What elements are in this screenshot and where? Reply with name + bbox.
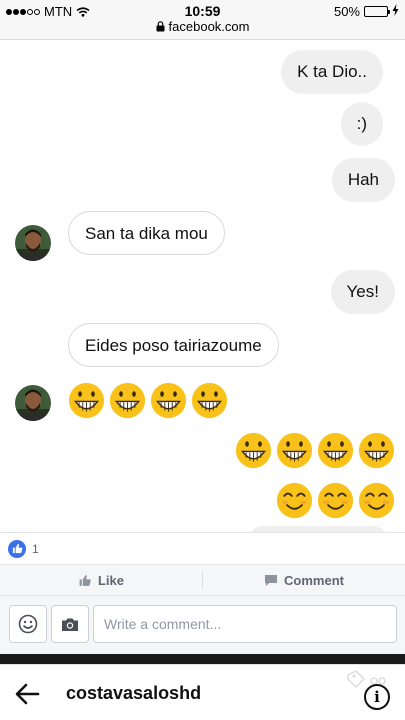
message-incoming[interactable]: San ta dika mou bbox=[68, 211, 225, 255]
comment-icon bbox=[265, 574, 278, 586]
smiley-icon bbox=[18, 614, 38, 634]
lock-icon bbox=[156, 20, 165, 35]
grinning-face-icon bbox=[276, 432, 313, 469]
avatar[interactable] bbox=[15, 385, 51, 421]
message-incoming[interactable]: Eides poso tairiazoume bbox=[68, 323, 279, 367]
grinning-face-icon bbox=[109, 382, 146, 419]
divider bbox=[0, 654, 405, 664]
sticker-button[interactable] bbox=[9, 605, 47, 643]
like-reaction-icon bbox=[8, 539, 26, 558]
charging-icon bbox=[392, 4, 399, 19]
chat-thread[interactable]: K ta Dio.. :) Hah San ta dika mou Yes! E… bbox=[0, 40, 405, 532]
grinning-face-icon bbox=[68, 382, 105, 419]
url-text: facebook.com bbox=[168, 19, 250, 34]
like-button[interactable]: Like bbox=[0, 565, 202, 595]
comment-button[interactable]: Comment bbox=[203, 565, 405, 595]
message-outgoing[interactable]: :) bbox=[340, 102, 383, 146]
like-count: 1 bbox=[32, 541, 39, 556]
comment-input[interactable] bbox=[93, 605, 397, 643]
reactions-summary[interactable]: 1 bbox=[0, 532, 405, 564]
emoji-message-outgoing[interactable] bbox=[235, 432, 395, 469]
smiling-face-icon bbox=[317, 482, 354, 519]
grinning-face-icon bbox=[358, 432, 395, 469]
grinning-face-icon bbox=[191, 382, 228, 419]
message-outgoing[interactable]: K ta Dio.. bbox=[281, 50, 383, 94]
smiling-face-icon bbox=[276, 482, 313, 519]
message-outgoing[interactable]: Yes! bbox=[330, 270, 395, 314]
photo-button[interactable] bbox=[51, 605, 89, 643]
smiling-face-icon bbox=[358, 482, 395, 519]
action-bar: Like Comment bbox=[0, 564, 405, 596]
camera-icon bbox=[62, 618, 78, 631]
battery-percent: 50% bbox=[333, 4, 360, 19]
grinning-face-icon bbox=[150, 382, 187, 419]
avatar[interactable] bbox=[15, 225, 51, 261]
thumbs-up-icon bbox=[79, 574, 91, 586]
comment-composer bbox=[0, 596, 405, 654]
comment-button-label: Comment bbox=[284, 572, 344, 588]
emoji-message-incoming[interactable] bbox=[68, 382, 228, 419]
battery-icon bbox=[364, 6, 390, 17]
arrow-left-icon bbox=[15, 683, 40, 705]
emoji-message-outgoing[interactable] bbox=[276, 482, 395, 519]
back-button[interactable] bbox=[14, 683, 40, 705]
message-outgoing[interactable]: Hah bbox=[331, 158, 395, 202]
url-bar[interactable]: facebook.com bbox=[0, 19, 405, 35]
grinning-face-icon bbox=[235, 432, 272, 469]
battery-group: 50% bbox=[334, 4, 399, 19]
info-icon[interactable]: i bbox=[364, 684, 390, 710]
grinning-face-icon bbox=[317, 432, 354, 469]
profile-username[interactable]: costavasaloshd bbox=[66, 683, 201, 704]
profile-header: costavasaloshd i bbox=[0, 664, 405, 720]
status-bar: MTN 10:59 facebook.com 50% bbox=[0, 0, 405, 40]
like-button-label: Like bbox=[97, 572, 124, 588]
